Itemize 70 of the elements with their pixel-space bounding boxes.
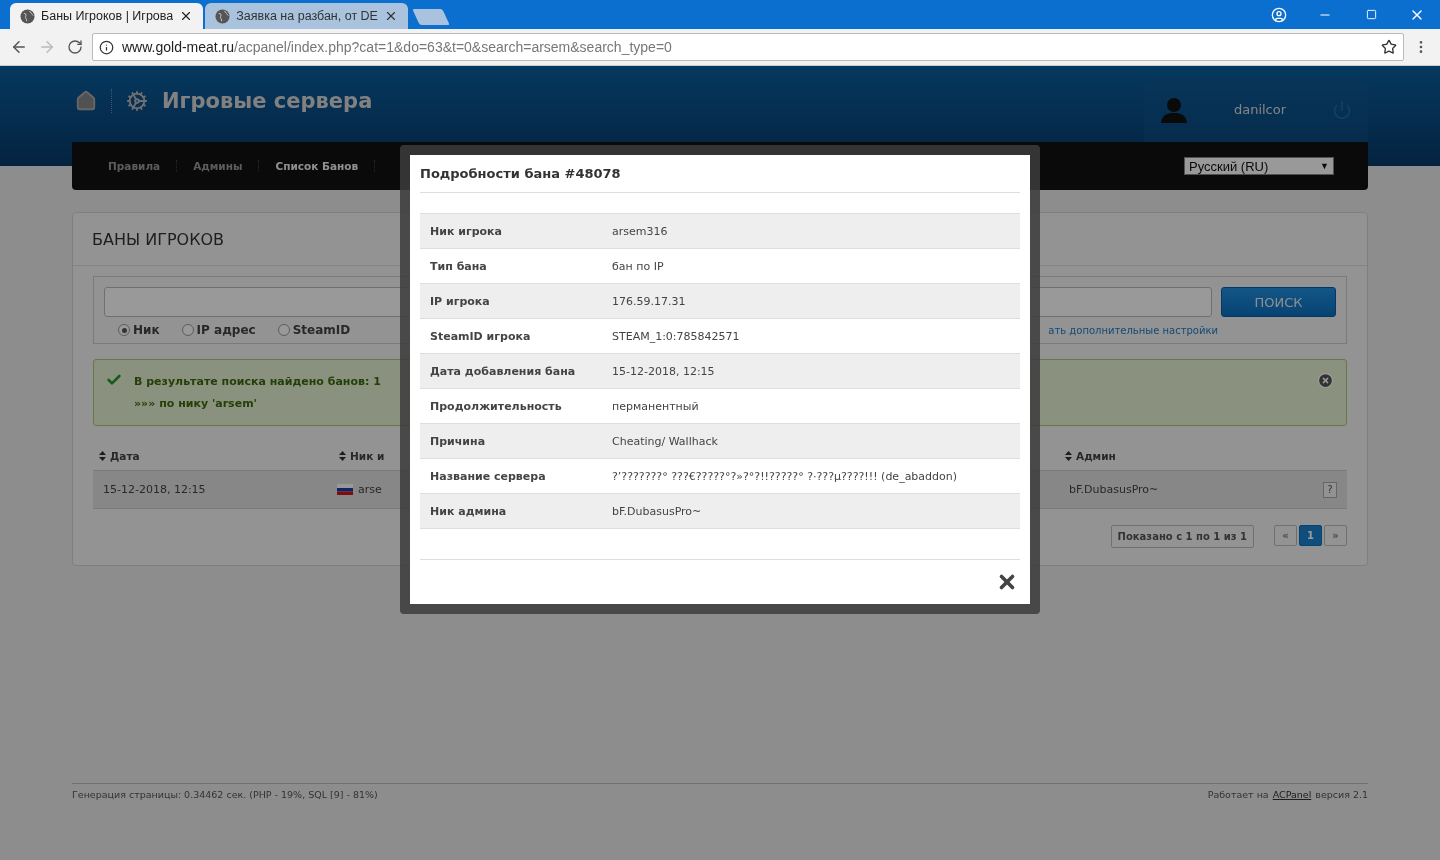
page-button[interactable]: 1 bbox=[1299, 525, 1322, 546]
detail-value: 15-12-2018, 12:15 bbox=[612, 364, 715, 378]
address-bar[interactable]: www.gold-meat.ru/acpanel/index.php?cat=1&do=63&t=0&search=arsem&search_type=0 bbox=[92, 33, 1404, 61]
radio-button[interactable] bbox=[277, 324, 290, 336]
site-title: Игровые сервера bbox=[162, 89, 373, 113]
nav-link[interactable]: Правила bbox=[92, 160, 178, 172]
acpanel-link[interactable]: ACPanel bbox=[1272, 789, 1312, 800]
alert-text: В результате поиска найдено банов: 1 bbox=[134, 375, 381, 388]
details-button[interactable]: ? bbox=[1323, 481, 1337, 498]
detail-value: ?’???????° ???€?????°?»?°?!!?????° ?·???µ????!!! (de_abaddon) bbox=[612, 469, 958, 483]
detail-label: SteamID игрока bbox=[429, 329, 532, 343]
detail-label: Причина bbox=[429, 434, 487, 448]
dialog-title: Подробности бана #48078 bbox=[420, 166, 621, 181]
footer-text: Работает на bbox=[1207, 789, 1269, 800]
detail-label: IP игрока bbox=[429, 294, 491, 308]
column-header[interactable]: Ник и bbox=[333, 450, 1059, 462]
search-button[interactable]: ПОИСК bbox=[1221, 287, 1336, 317]
search-type-option[interactable]: Ник bbox=[118, 323, 160, 337]
globe-icon bbox=[215, 8, 231, 24]
detail-value: STEAM_1:0:785842571 bbox=[612, 329, 740, 343]
page-button[interactable]: « bbox=[1274, 525, 1297, 546]
detail-label: Ник админа bbox=[429, 504, 508, 518]
restore-icon[interactable] bbox=[1365, 9, 1377, 20]
column-header[interactable]: Админ bbox=[1059, 450, 1259, 462]
flag-icon bbox=[337, 484, 353, 495]
new-tab-button[interactable] bbox=[412, 9, 450, 25]
detail-value: перманентный bbox=[612, 399, 699, 413]
detail-label: Тип бана bbox=[429, 259, 488, 273]
alert-text: »»» по нику 'arsem' bbox=[134, 397, 258, 410]
detail-label: Продолжительность bbox=[429, 399, 563, 413]
username: danilcor bbox=[1232, 102, 1288, 117]
browser-tab[interactable]: Заявка на разбан, от DE bbox=[205, 3, 408, 29]
pagination-info: Показано с 1 по 1 из 1 bbox=[1110, 525, 1254, 548]
detail-label: Название сервера bbox=[429, 469, 547, 483]
nav-link[interactable]: Список Банов bbox=[259, 160, 376, 172]
sort-icon bbox=[1065, 451, 1072, 461]
detail-value: бан по IP bbox=[612, 259, 664, 273]
radio-button[interactable] bbox=[118, 324, 130, 336]
sort-icon bbox=[99, 451, 106, 461]
settings-link[interactable]: ать дополнительные настройки bbox=[1048, 324, 1218, 336]
reload-icon[interactable] bbox=[67, 39, 83, 55]
check-icon bbox=[106, 372, 122, 388]
detail-value: Cheating/ Wallhack bbox=[612, 434, 718, 448]
bookmark-star-icon[interactable] bbox=[1381, 39, 1397, 55]
detail-value: bF.DubasusPro~ bbox=[612, 504, 702, 518]
table-cell-text: bF.DubasusPro~ bbox=[1068, 483, 1160, 496]
home-icon[interactable] bbox=[75, 90, 97, 112]
detail-label: Дата добавления бана bbox=[429, 364, 577, 378]
sort-icon bbox=[339, 451, 346, 461]
back-icon[interactable] bbox=[10, 38, 28, 56]
nav-link[interactable]: Админы bbox=[177, 160, 260, 172]
avatar-icon bbox=[1160, 96, 1188, 123]
column-header[interactable]: Дата bbox=[93, 450, 333, 462]
account-icon[interactable] bbox=[1271, 6, 1287, 23]
radio-button[interactable] bbox=[181, 324, 194, 336]
table-cell-text: 15-12-2018, 12:15 bbox=[102, 483, 207, 496]
footer-text: Генерация страницы: 0.34462 сек. (PHP - 19%, SQL [9] - 81%) bbox=[72, 789, 378, 800]
detail-value: arsem316 bbox=[612, 224, 668, 238]
footer-text: версия 2.1 bbox=[1315, 789, 1368, 800]
language-select[interactable]: Русский (RU) ▼ bbox=[1184, 157, 1334, 175]
gear-icon bbox=[126, 90, 148, 112]
page-button[interactable]: » bbox=[1324, 525, 1347, 546]
panel-title: БАНЫ ИГРОКОВ bbox=[92, 229, 225, 249]
search-type-option[interactable]: IP адрес bbox=[181, 323, 256, 337]
detail-value: 176.59.17.31 bbox=[612, 294, 686, 308]
browser-tab[interactable]: Баны Игроков | Игрова bbox=[10, 3, 204, 29]
globe-icon bbox=[20, 8, 35, 24]
search-type-option[interactable]: SteamID bbox=[277, 323, 351, 337]
detail-label: Ник игрока bbox=[429, 224, 503, 238]
info-icon[interactable] bbox=[99, 39, 114, 55]
